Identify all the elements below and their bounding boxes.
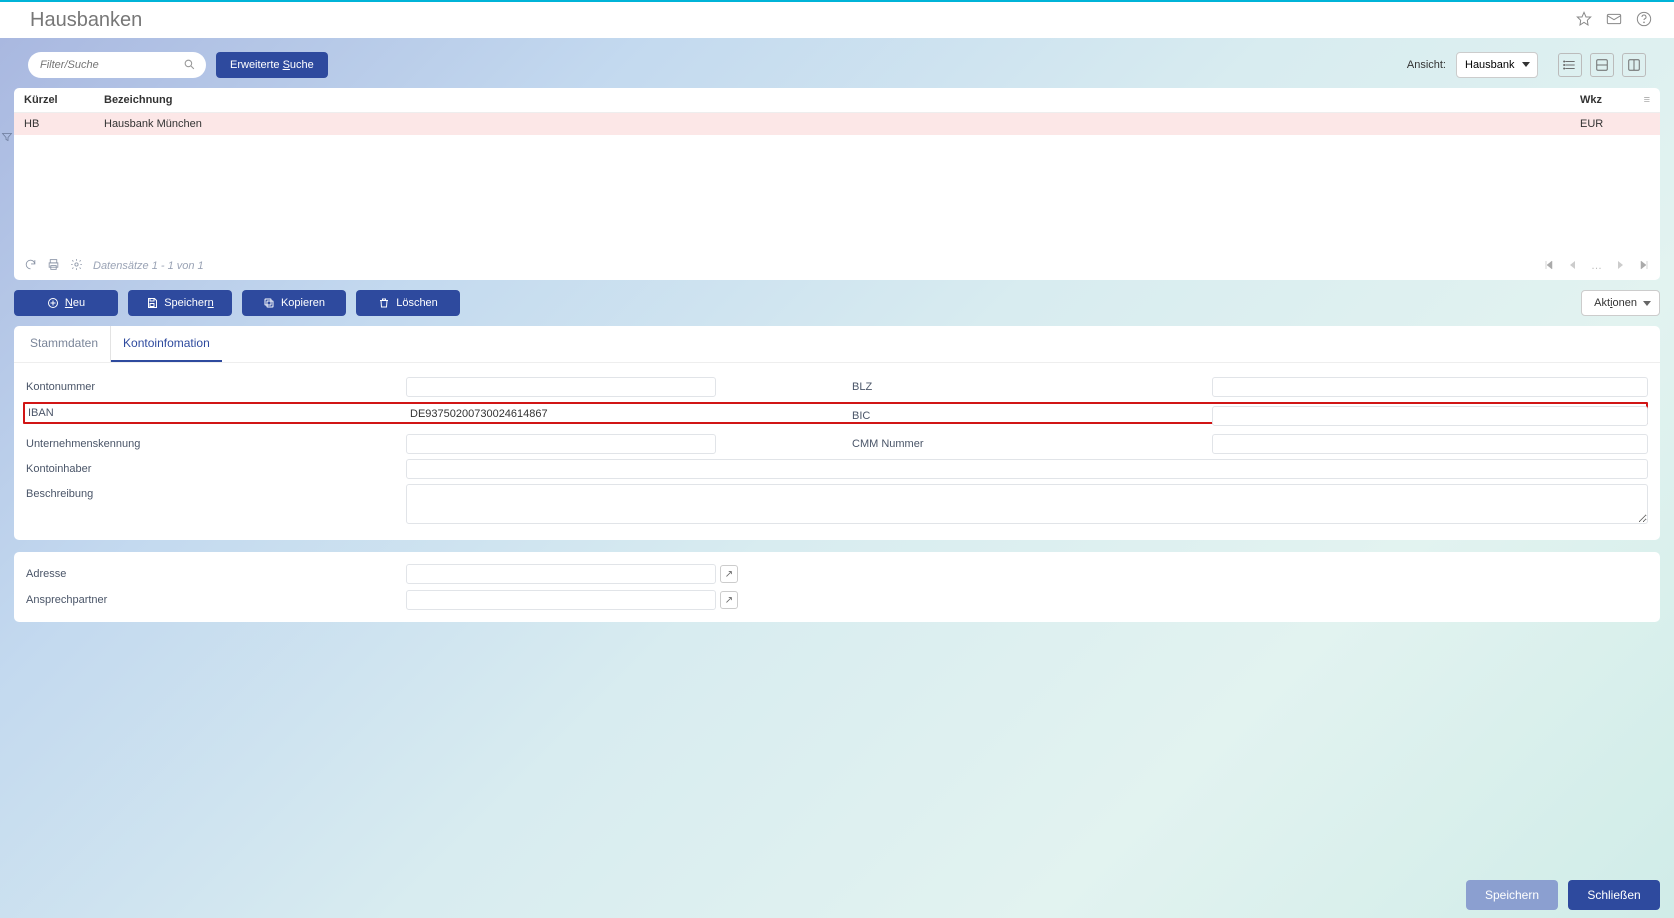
advanced-search-button[interactable]: Erweiterte Suche <box>216 52 328 78</box>
data-grid: Kürzel Bezeichnung Wkz ≡ HB Hausbank Mün… <box>14 88 1660 280</box>
label-cmm: CMM Nummer <box>852 438 1212 450</box>
refresh-icon[interactable] <box>24 258 37 274</box>
table-row[interactable]: HB Hausbank München EUR <box>14 113 1660 135</box>
view-split-horizontal-icon[interactable] <box>1590 53 1614 77</box>
value-iban: DE93750200730024614867 <box>406 408 548 420</box>
pager-ellipsis: … <box>1591 260 1602 272</box>
new-button[interactable]: Neu <box>14 290 118 316</box>
label-unternehmenskennung: Unternehmenskennung <box>26 438 406 450</box>
record-count: Datensätze 1 - 1 von 1 <box>93 260 204 272</box>
label-ansprechpartner: Ansprechpartner <box>26 594 406 606</box>
footer-close-button[interactable]: Schließen <box>1568 880 1660 910</box>
col-header-bezeichnung[interactable]: Bezeichnung <box>104 94 1580 106</box>
pager-prev-icon[interactable] <box>1567 259 1579 274</box>
mail-icon[interactable] <box>1606 11 1622 30</box>
label-blz: BLZ <box>852 381 1212 393</box>
page-title: Hausbanken <box>30 9 142 32</box>
actions-dropdown[interactable]: Aktionen <box>1581 290 1660 316</box>
input-blz[interactable] <box>1212 377 1648 397</box>
footer-save-button[interactable]: Speichern <box>1466 880 1558 910</box>
label-kontoinhaber: Kontoinhaber <box>26 463 406 475</box>
view-label: Ansicht: <box>1407 59 1446 71</box>
view-list-icon[interactable] <box>1558 53 1582 77</box>
label-kontonummer: Kontonummer <box>26 381 406 393</box>
col-header-wkz[interactable]: Wkz <box>1580 94 1630 106</box>
input-unternehmenskennung[interactable] <box>406 434 716 454</box>
input-beschreibung[interactable] <box>406 484 1648 524</box>
pager-last-icon[interactable] <box>1638 259 1650 274</box>
adresse-lookup-icon[interactable]: ↗ <box>720 565 738 583</box>
input-kontonummer[interactable] <box>406 377 716 397</box>
label-beschreibung: Beschreibung <box>26 484 406 500</box>
input-bic[interactable] <box>1212 406 1648 426</box>
label-bic: BIC <box>852 410 1212 422</box>
search-input[interactable] <box>28 52 206 78</box>
input-cmm[interactable] <box>1212 434 1648 454</box>
tab-stammdaten[interactable]: Stammdaten <box>18 326 111 362</box>
search-icon <box>183 58 196 71</box>
help-icon[interactable] <box>1636 11 1652 30</box>
label-adresse: Adresse <box>26 568 406 580</box>
gear-icon[interactable] <box>70 258 83 274</box>
input-adresse[interactable] <box>406 564 716 584</box>
filter-tab-icon[interactable] <box>0 130 14 144</box>
grid-menu-icon[interactable]: ≡ <box>1630 94 1650 106</box>
view-select[interactable]: Hausbank <box>1456 52 1538 78</box>
tab-kontoinformation[interactable]: Kontoinfomation <box>111 326 222 362</box>
copy-button[interactable]: Kopieren <box>242 290 346 316</box>
col-header-kuerzel[interactable]: Kürzel <box>24 94 104 106</box>
app-header: Hausbanken <box>0 2 1674 38</box>
label-iban: IBAN <box>25 407 406 419</box>
delete-button[interactable]: Löschen <box>356 290 460 316</box>
input-ansprechpartner[interactable] <box>406 590 716 610</box>
ansprechpartner-lookup-icon[interactable]: ↗ <box>720 591 738 609</box>
star-icon[interactable] <box>1576 11 1592 30</box>
pager-next-icon[interactable] <box>1614 259 1626 274</box>
print-icon[interactable] <box>47 258 60 274</box>
pager-first-icon[interactable] <box>1543 259 1555 274</box>
input-kontoinhaber[interactable] <box>406 459 1648 479</box>
view-split-vertical-icon[interactable] <box>1622 53 1646 77</box>
save-button[interactable]: Speichern <box>128 290 232 316</box>
